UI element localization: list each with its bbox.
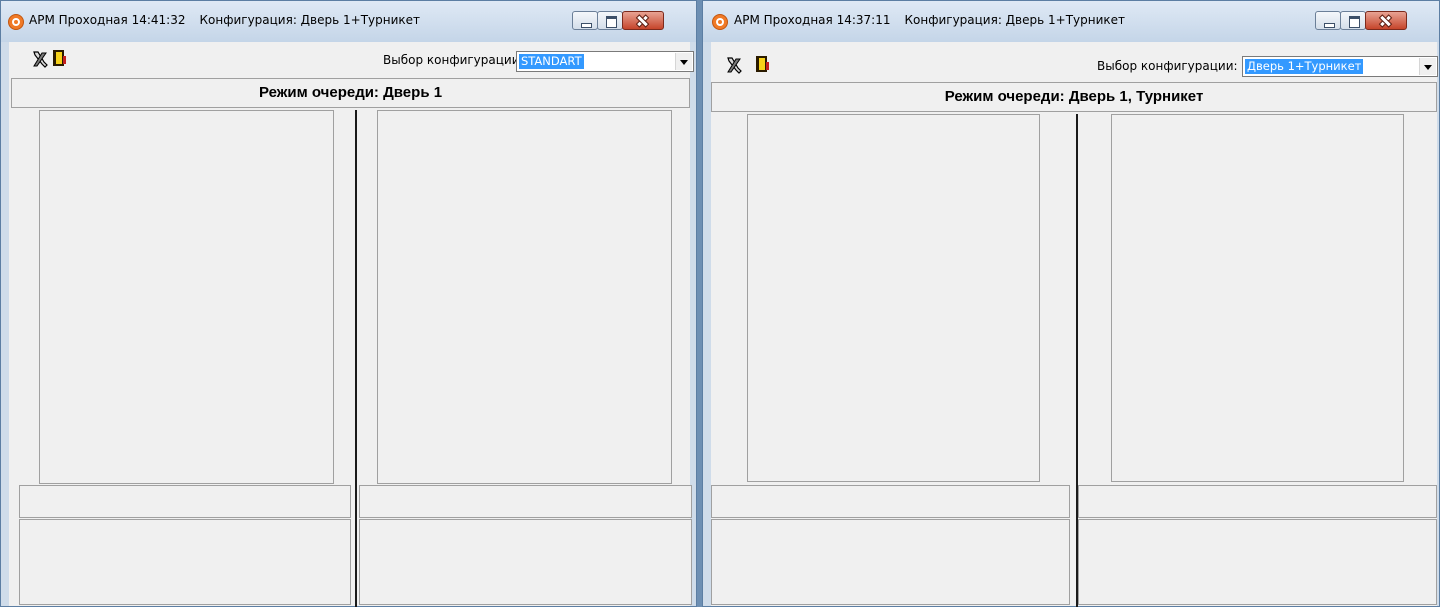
config-select-value: STANDART	[519, 54, 584, 69]
minimize-button[interactable]	[572, 11, 598, 30]
config-select[interactable]: Дверь 1+Турникет	[1242, 56, 1438, 77]
exit-door-icon[interactable]	[756, 56, 769, 72]
config-label: Выбор конфигурации:	[383, 53, 524, 67]
column-divider	[355, 110, 357, 607]
queue-mode-header: Режим очереди: Дверь 1	[11, 78, 690, 108]
config-select[interactable]: STANDART	[516, 51, 694, 72]
window-title: АРМ Проходная 14:41:32 Конфигурация: Двер…	[29, 13, 420, 27]
chevron-down-icon[interactable]	[1419, 58, 1436, 75]
exit-door-icon[interactable]	[53, 50, 66, 66]
right-photo-panel	[377, 110, 672, 484]
maximize-button[interactable]	[1340, 11, 1366, 30]
title-time: 14:37:11	[836, 13, 891, 27]
title-config: Конфигурация: Дверь 1+Турникет	[904, 13, 1126, 27]
title-app: АРМ Проходная	[734, 13, 833, 27]
app-icon[interactable]	[8, 14, 24, 30]
left-info-field	[19, 485, 351, 518]
close-button[interactable]	[1365, 11, 1407, 30]
window-arm-left: АРМ Проходная 14:41:32 Конфигурация: Двер…	[0, 0, 697, 607]
close-button[interactable]	[622, 11, 664, 30]
maximize-button[interactable]	[597, 11, 623, 30]
config-select-value: Дверь 1+Турникет	[1245, 59, 1364, 74]
left-details-field	[711, 519, 1070, 605]
left-info-field	[711, 485, 1070, 518]
right-info-field	[359, 485, 692, 518]
caption-buttons	[1315, 11, 1407, 30]
tools-icon[interactable]	[32, 50, 48, 68]
app-icon[interactable]	[712, 14, 728, 30]
title-config: Конфигурация: Дверь 1+Турникет	[199, 13, 421, 27]
left-photo-panel	[747, 114, 1040, 482]
right-details-field	[359, 519, 692, 605]
config-label: Выбор конфигурации:	[1097, 59, 1238, 73]
tools-icon[interactable]	[726, 56, 742, 74]
caption-buttons	[572, 11, 664, 30]
minimize-button[interactable]	[1315, 11, 1341, 30]
client-area: Выбор конфигурации: Дверь 1+Турникет Реж…	[711, 42, 1438, 607]
toolbar: Выбор конфигурации: STANDART	[9, 42, 694, 75]
left-photo-panel	[39, 110, 334, 484]
right-info-field	[1078, 485, 1437, 518]
right-photo-panel	[1111, 114, 1404, 482]
title-app: АРМ Проходная	[29, 13, 128, 27]
window-arm-right: АРМ Проходная 14:37:11 Конфигурация: Двер…	[702, 0, 1440, 607]
title-time: 14:41:32	[131, 13, 186, 27]
left-details-field	[19, 519, 351, 605]
queue-mode-header: Режим очереди: Дверь 1, Турникет	[711, 82, 1437, 112]
title-bar[interactable]: АРМ Проходная 14:41:32 Конфигурация: Двер…	[1, 1, 696, 42]
right-details-field	[1078, 519, 1437, 605]
window-title: АРМ Проходная 14:37:11 Конфигурация: Двер…	[734, 13, 1125, 27]
chevron-down-icon[interactable]	[675, 53, 692, 70]
title-bar[interactable]: АРМ Проходная 14:37:11 Конфигурация: Двер…	[703, 1, 1439, 42]
client-area: Выбор конфигурации: STANDART Режим очере…	[9, 42, 694, 607]
toolbar: Выбор конфигурации: Дверь 1+Турникет	[711, 42, 1438, 77]
